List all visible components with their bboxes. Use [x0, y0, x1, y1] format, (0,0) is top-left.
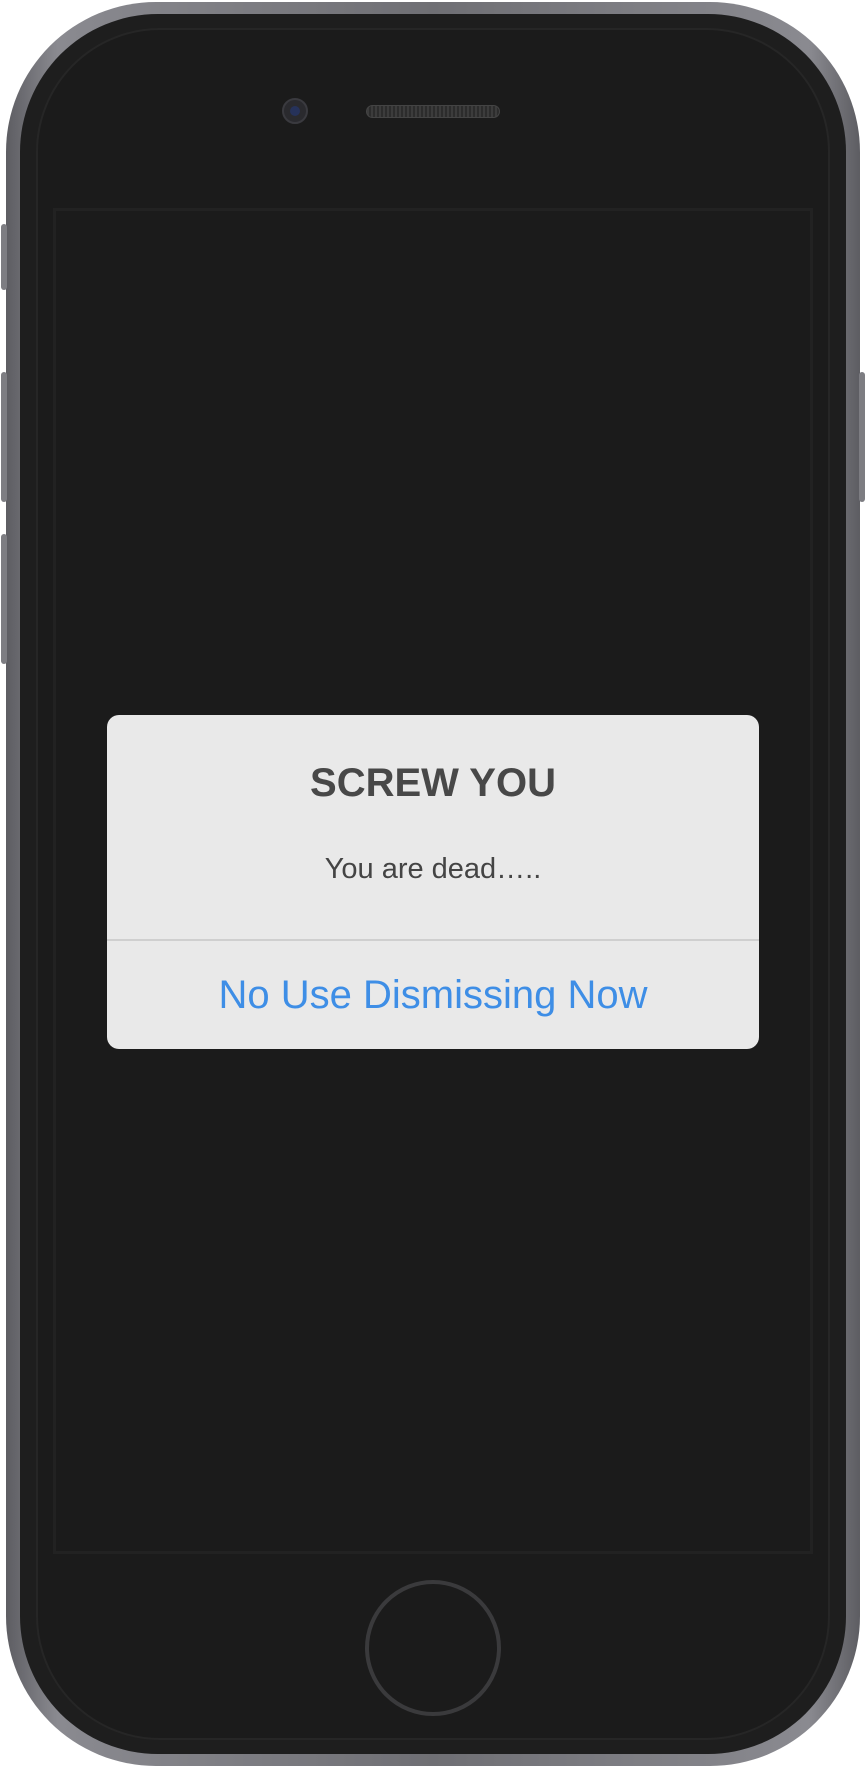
earpiece-speaker	[366, 105, 500, 118]
volume-down-button	[1, 534, 7, 664]
alert-dialog: SCREW YOU You are dead….. No Use Dismiss…	[107, 715, 759, 1049]
front-camera-icon	[282, 98, 308, 124]
power-button	[859, 372, 865, 502]
home-button[interactable]	[365, 1580, 501, 1716]
dismiss-button[interactable]: No Use Dismissing Now	[107, 941, 759, 1049]
alert-message: You are dead…..	[324, 853, 542, 885]
alert-title: SCREW YOU	[310, 761, 556, 805]
volume-up-button	[1, 372, 7, 502]
mute-switch	[1, 224, 7, 290]
